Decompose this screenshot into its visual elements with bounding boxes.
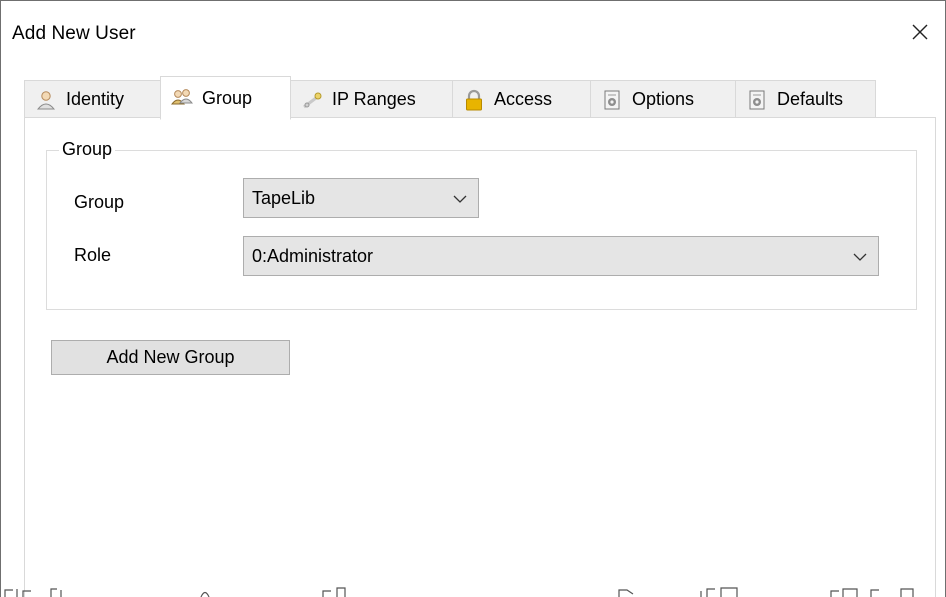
role-dropdown[interactable]: 0:Administrator [243,236,879,276]
close-button[interactable] [905,17,935,47]
window-title: Add New User [12,23,136,44]
tab-label: Group [202,87,253,108]
group-dropdown[interactable]: TapeLib [243,178,479,218]
settings-doc-icon [604,90,620,109]
role-dropdown-value: 0:Administrator [252,245,374,266]
tab-options[interactable]: Options [590,80,736,118]
tab-access[interactable]: Access [452,80,591,118]
group-box-legend: Group [59,139,116,160]
tab-label: Access [494,89,553,109]
group-label: Group [74,192,125,212]
chevron-down-icon [853,253,867,261]
user-icon [36,90,56,109]
tab-identity[interactable]: Identity [24,80,161,118]
add-new-user-dialog: Add New User Identity Group IP Ranges Ac… [0,0,946,597]
tab-group[interactable]: Group [160,76,291,120]
tab-label: Identity [66,89,125,109]
tab-label: Defaults [777,89,844,109]
network-icon [303,92,322,108]
group-box: Group Group TapeLib Role 0:Administrator [46,139,917,310]
clipped-content-fragments [4,587,914,597]
tab-panel-group: Group Group TapeLib Role 0:Administrator… [24,117,936,597]
chevron-down-icon [453,195,467,203]
tab-defaults[interactable]: Defaults [735,80,876,118]
lock-icon [466,89,482,110]
role-label: Role [74,245,112,265]
tab-label: IP Ranges [332,89,416,109]
users-icon [171,89,193,105]
title-bar: Add New User [1,1,945,63]
tab-ip-ranges[interactable]: IP Ranges [290,80,453,118]
settings-doc-icon [749,90,765,109]
close-icon [912,24,928,40]
add-new-group-button[interactable]: Add New Group [51,340,290,375]
group-dropdown-value: TapeLib [252,187,316,208]
tab-label: Options [632,89,695,109]
